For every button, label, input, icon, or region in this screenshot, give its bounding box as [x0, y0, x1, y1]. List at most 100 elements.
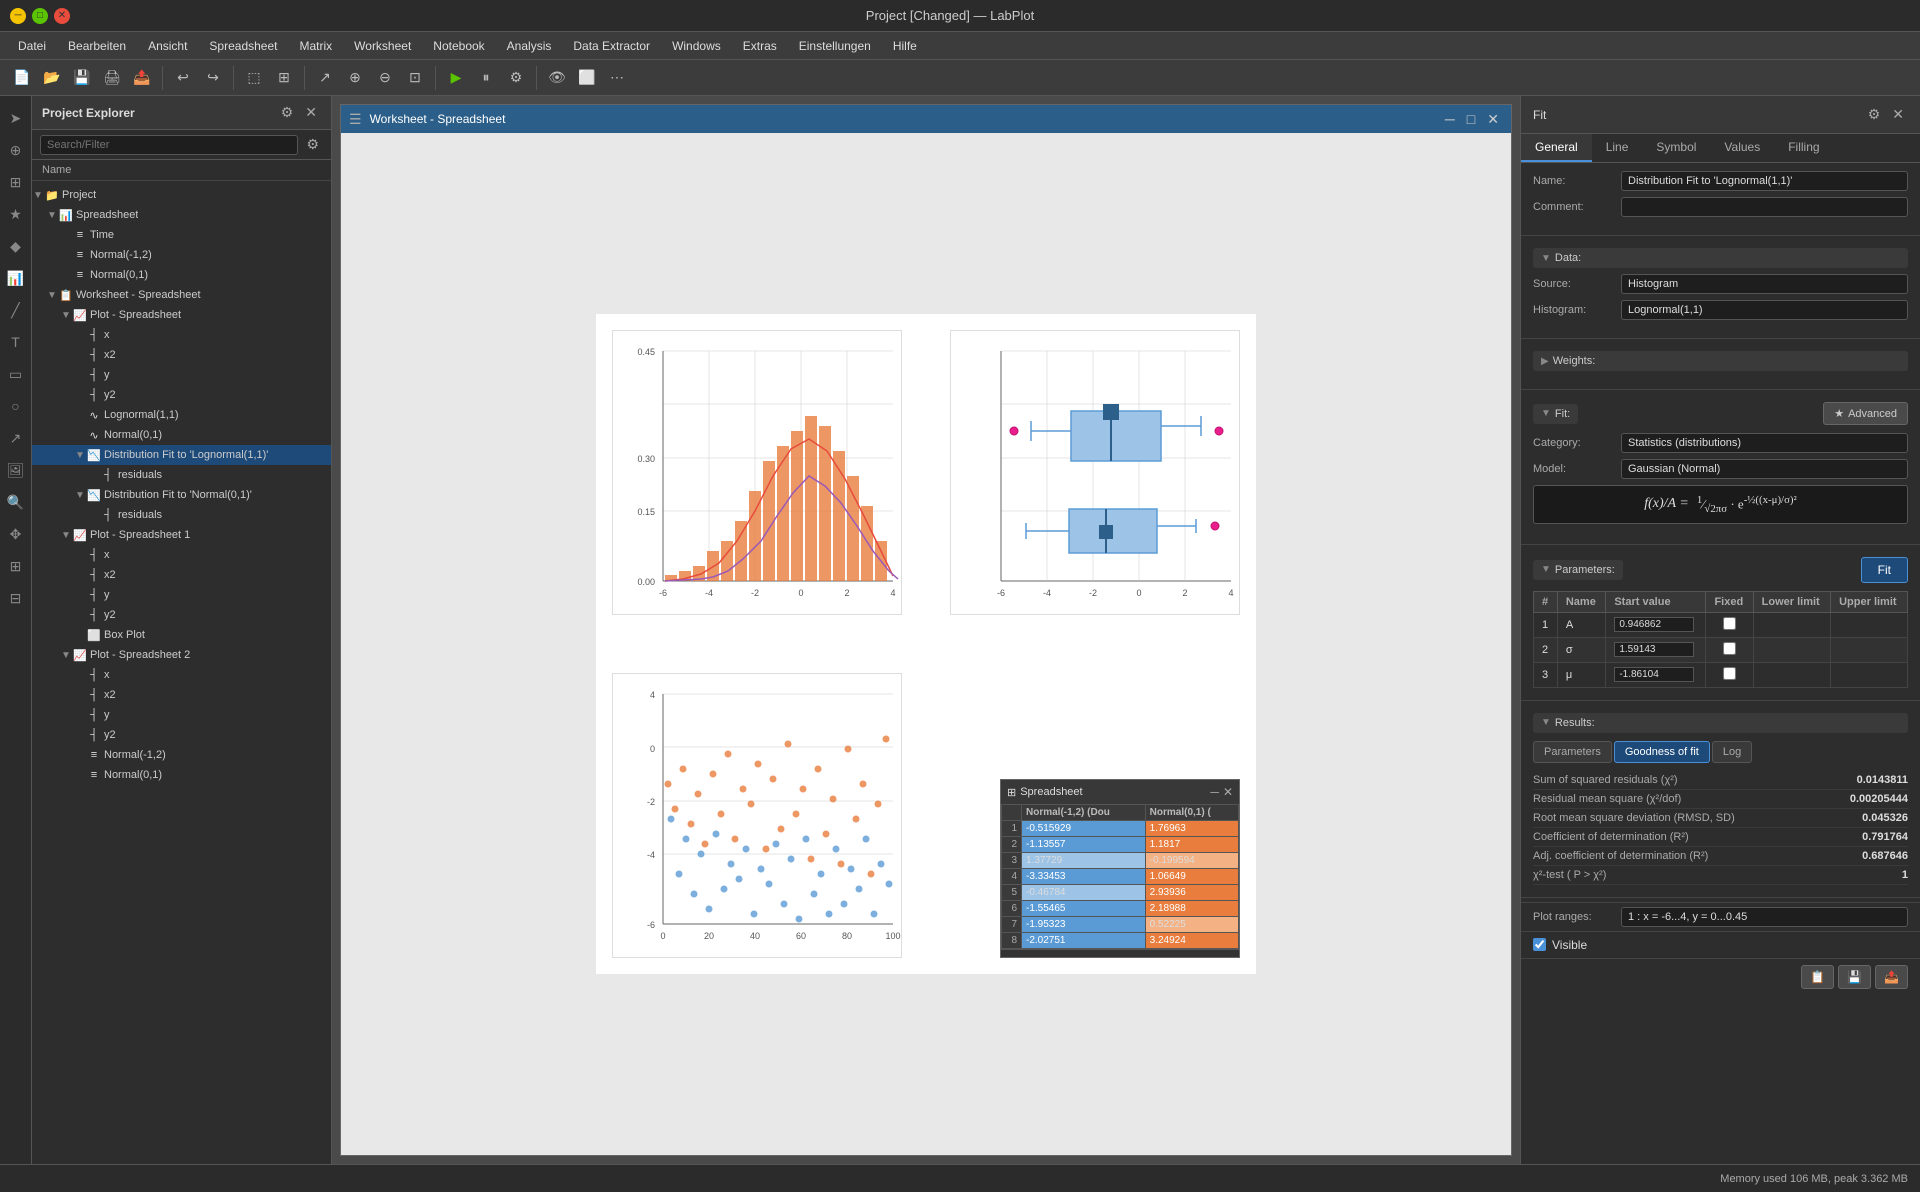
fit-action-button[interactable]: Fit	[1861, 557, 1908, 583]
sidebar-icon-move[interactable]: ✥	[2, 520, 30, 548]
tab-symbol[interactable]: Symbol	[1642, 134, 1710, 162]
tree-item-lognormal[interactable]: ∿Lognormal(1,1)	[32, 405, 331, 425]
tree-expand-plot-spreadsheet[interactable]: ▼	[60, 309, 72, 321]
worksheet-close-button[interactable]: ✕	[1483, 109, 1503, 130]
data-section-header[interactable]: ▼ Data:	[1533, 248, 1908, 268]
new-button[interactable]: 📄	[8, 64, 36, 92]
export-btn-2[interactable]: 💾	[1838, 965, 1871, 989]
menu-item-spreadsheet[interactable]: Spreadsheet	[199, 36, 287, 56]
sidebar-icon-arrow[interactable]: ➤	[2, 104, 30, 132]
tree-item-normal-0-1[interactable]: ≡Normal(0,1)	[32, 265, 331, 285]
ss-col1-val[interactable]: 1.37729	[1022, 853, 1146, 869]
advanced-button[interactable]: ★ Advanced	[1823, 402, 1908, 425]
menu-item-data extractor[interactable]: Data Extractor	[563, 36, 660, 56]
menu-item-matrix[interactable]: Matrix	[289, 36, 342, 56]
tree-expand-spreadsheet[interactable]: ▼	[46, 209, 58, 221]
menu-item-notebook[interactable]: Notebook	[423, 36, 494, 56]
minimize-button[interactable]: ─	[10, 8, 26, 24]
results-header[interactable]: ▼ Results:	[1533, 713, 1908, 733]
view-button[interactable]: 👁	[543, 64, 571, 92]
sidebar-icon-star[interactable]: ★	[2, 200, 30, 228]
zoom-button[interactable]: ⊞	[270, 64, 298, 92]
tree-item-y4[interactable]: ┤y2	[32, 605, 331, 625]
worksheet-max-button[interactable]: □	[1463, 109, 1479, 130]
visible-checkbox[interactable]	[1533, 938, 1546, 951]
sidebar-icon-image[interactable]: 🖼	[2, 456, 30, 484]
tree-item-normal01[interactable]: ∿Normal(0,1)	[32, 425, 331, 445]
run-button[interactable]: ▶	[442, 64, 470, 92]
undo-button[interactable]: ↩	[169, 64, 197, 92]
menu-item-ansicht[interactable]: Ansicht	[138, 36, 197, 56]
param-start-val[interactable]	[1606, 662, 1706, 687]
menu-item-worksheet[interactable]: Worksheet	[344, 36, 421, 56]
tree-expand-dist-lognormal[interactable]: ▼	[74, 449, 86, 461]
comment-input[interactable]	[1621, 197, 1908, 217]
menu-item-hilfe[interactable]: Hilfe	[883, 36, 927, 56]
tab-general[interactable]: General	[1521, 134, 1592, 162]
tree-expand-project[interactable]: ▼	[32, 189, 44, 201]
tab-values[interactable]: Values	[1710, 134, 1774, 162]
maximize-button[interactable]: □	[32, 8, 48, 24]
tree-expand-plot-spreadsheet1[interactable]: ▼	[60, 529, 72, 541]
worksheet-min-button[interactable]: ─	[1441, 109, 1459, 130]
cursor-button[interactable]: ↗	[311, 64, 339, 92]
menu-item-einstellungen[interactable]: Einstellungen	[789, 36, 881, 56]
tree-item-y[interactable]: ┤y	[32, 365, 331, 385]
param-upper[interactable]	[1831, 612, 1908, 637]
sidebar-icon-box[interactable]: ▭	[2, 360, 30, 388]
menu-item-extras[interactable]: Extras	[733, 36, 787, 56]
source-select[interactable]: Histogram	[1621, 274, 1908, 294]
menu-item-datei[interactable]: Datei	[8, 36, 56, 56]
param-lower[interactable]	[1753, 662, 1830, 687]
param-upper[interactable]	[1831, 637, 1908, 662]
save-button[interactable]: 💾	[68, 64, 96, 92]
tab-filling[interactable]: Filling	[1774, 134, 1833, 162]
sidebar-icon-grid[interactable]: ⊞	[2, 168, 30, 196]
select-button[interactable]: ⬚	[240, 64, 268, 92]
menu-item-bearbeiten[interactable]: Bearbeiten	[58, 36, 136, 56]
explorer-settings-button[interactable]: ⚙	[277, 102, 298, 123]
tree-expand-worksheet-spreadsheet[interactable]: ▼	[46, 289, 58, 301]
tree-item-plot-spreadsheet[interactable]: ▼📈Plot - Spreadsheet	[32, 305, 331, 325]
ss-col2-val[interactable]: 0.52225	[1145, 917, 1238, 933]
param-start-val[interactable]	[1606, 637, 1706, 662]
menu-item-analysis[interactable]: Analysis	[497, 36, 562, 56]
param-start-val[interactable]	[1606, 612, 1706, 637]
tree-item-normal-1-2b[interactable]: ≡Normal(-1,2)	[32, 745, 331, 765]
tree-item-y3[interactable]: ┤y	[32, 585, 331, 605]
ss-col2-val[interactable]: 2.18988	[1145, 901, 1238, 917]
ss-col2-val[interactable]: 1.76963	[1145, 821, 1238, 837]
tree-item-plot-spreadsheet2[interactable]: ▼📈Plot - Spreadsheet 2	[32, 645, 331, 665]
param-upper[interactable]	[1831, 662, 1908, 687]
sidebar-icon-diamond[interactable]: ◆	[2, 232, 30, 260]
sidebar-icon-zoom[interactable]: 🔍	[2, 488, 30, 516]
tree-item-spreadsheet[interactable]: ▼📊Spreadsheet	[32, 205, 331, 225]
tree-item-dist-lognormal[interactable]: ▼📉Distribution Fit to 'Lognormal(1,1)'	[32, 445, 331, 465]
tree-item-project[interactable]: ▼📁Project	[32, 185, 331, 205]
zoom-out-button[interactable]: ⊖	[371, 64, 399, 92]
search-filter-button[interactable]: ⚙	[302, 134, 323, 155]
ss-col1-val[interactable]: -1.95323	[1022, 917, 1146, 933]
export-btn-3[interactable]: 📤	[1875, 965, 1908, 989]
tree-item-dist-normal[interactable]: ▼📉Distribution Fit to 'Normal(0,1)'	[32, 485, 331, 505]
fit-settings-button[interactable]: ⚙	[1864, 104, 1885, 125]
ss-col1-val[interactable]: -1.55465	[1022, 901, 1146, 917]
param-lower[interactable]	[1753, 637, 1830, 662]
param-fixed[interactable]	[1706, 637, 1753, 662]
sidebar-icon-text[interactable]: T	[2, 328, 30, 356]
print-button[interactable]: 🖨	[98, 64, 126, 92]
ss-col1-val[interactable]: -3.33453	[1022, 869, 1146, 885]
tree-item-x3[interactable]: ┤x	[32, 545, 331, 565]
search-input[interactable]	[40, 135, 298, 155]
tree-item-residuals2[interactable]: ┤residuals	[32, 505, 331, 525]
sidebar-icon-line[interactable]: ╱	[2, 296, 30, 324]
fit-button[interactable]: ⊡	[401, 64, 429, 92]
sidebar-icon-minus[interactable]: ⊟	[2, 584, 30, 612]
ss-col1-val[interactable]: -2.02751	[1022, 933, 1146, 949]
ss-col2-val[interactable]: -0.199594	[1145, 853, 1238, 869]
ss-col1-val[interactable]: -1.13557	[1022, 837, 1146, 853]
results-tab-log[interactable]: Log	[1712, 741, 1752, 763]
param-fixed[interactable]	[1706, 612, 1753, 637]
tab-line[interactable]: Line	[1592, 134, 1643, 162]
tree-item-y6[interactable]: ┤y2	[32, 725, 331, 745]
